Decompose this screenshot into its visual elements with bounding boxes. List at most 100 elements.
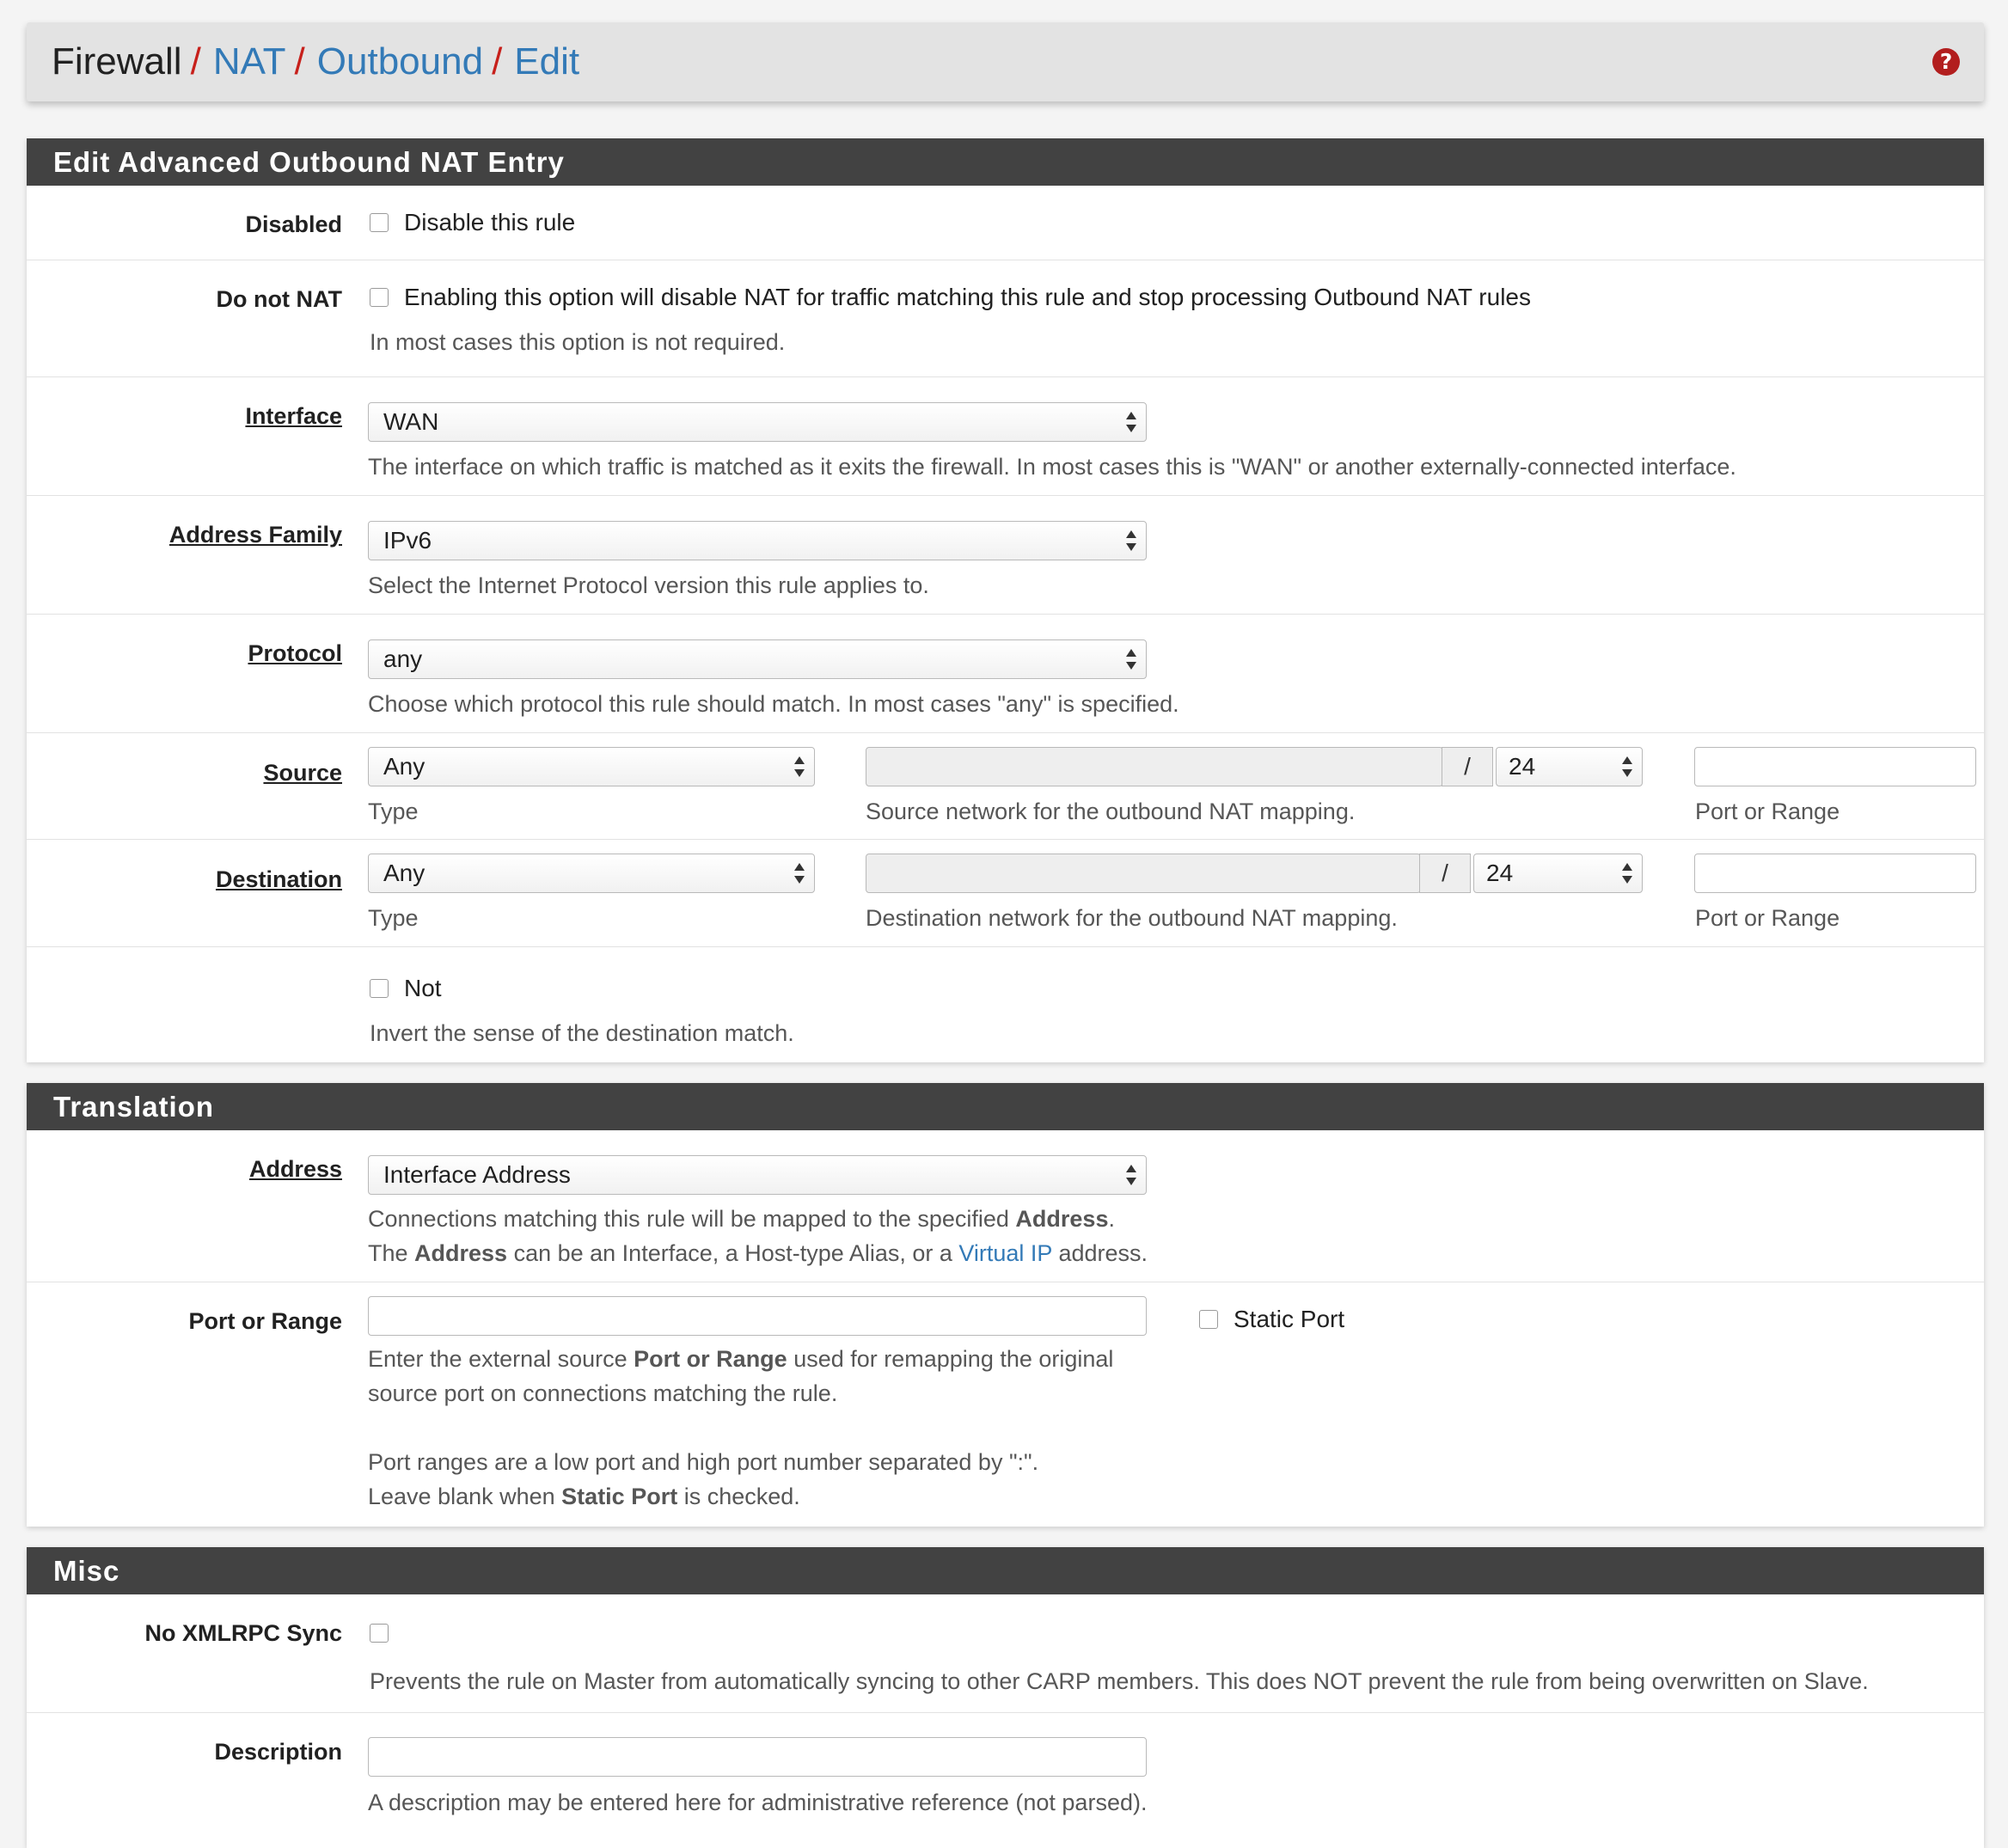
destination-network-input[interactable] [866, 854, 1421, 893]
row-not: Not Invert the sense of the destination … [27, 947, 1984, 1062]
address-family-help: Select the Internet Protocol version thi… [368, 572, 929, 598]
source-network-input[interactable] [866, 747, 1443, 786]
breadcrumb-firewall: Firewall [52, 40, 182, 83]
destination-network-help: Destination network for the outbound NAT… [866, 905, 1398, 931]
static-port-checkbox-label: Static Port [1234, 1306, 1345, 1332]
do-not-nat-checkbox[interactable] [370, 288, 389, 307]
row-translation-port: Port or Range Static Port Enter the exte… [27, 1282, 1984, 1527]
translation-address-help-line1: Connections matching this rule will be m… [368, 1202, 1115, 1236]
panel-title: Translation [27, 1083, 1984, 1130]
disabled-label: Disabled [245, 211, 342, 237]
help-bold: Port or Range [634, 1346, 787, 1372]
select-arrows-icon [1125, 529, 1137, 553]
help-text: used for remapping the original [787, 1346, 1114, 1372]
destination-port-input[interactable] [1694, 854, 1976, 893]
destination-mask-select[interactable]: 24 [1473, 854, 1643, 893]
interface-help: The interface on which traffic is matche… [368, 454, 1736, 480]
breadcrumb-bar: Firewall / NAT / Outbound / Edit ? [27, 22, 1984, 101]
virtual-ip-link[interactable]: Virtual IP [958, 1240, 1052, 1266]
translation-port-help-line2: source port on connections matching the … [368, 1380, 838, 1406]
translation-address-label[interactable]: Address [249, 1156, 342, 1183]
select-arrows-icon [1621, 861, 1633, 885]
destination-port-help: Port or Range [1695, 905, 1840, 931]
address-family-label[interactable]: Address Family [169, 522, 342, 548]
source-type-help: Type [368, 799, 419, 824]
select-arrows-icon [1125, 410, 1137, 434]
translation-address-select[interactable]: Interface Address [368, 1155, 1147, 1195]
source-mask-slash: / [1442, 747, 1493, 786]
translation-port-help-line1: Enter the external source Port or Range … [368, 1342, 1113, 1376]
row-translation-address: Address Interface Address Connections ma… [27, 1130, 1984, 1282]
translation-port-input[interactable] [368, 1296, 1147, 1336]
source-port-input[interactable] [1694, 747, 1976, 786]
translation-address-value: Interface Address [383, 1161, 571, 1188]
address-family-select-value: IPv6 [383, 527, 432, 554]
help-text: . [1108, 1206, 1115, 1232]
protocol-select[interactable]: any [368, 639, 1147, 679]
breadcrumb-nat-link[interactable]: NAT [213, 40, 286, 83]
do-not-nat-help: In most cases this option is not require… [370, 329, 786, 355]
do-not-nat-label: Do not NAT [216, 286, 342, 312]
breadcrumb-separator: / [492, 40, 503, 83]
translation-port-help-line4: Leave blank when Static Port is checked. [368, 1479, 800, 1514]
address-family-select[interactable]: IPv6 [368, 521, 1147, 560]
destination-mask-value: 24 [1486, 860, 1514, 886]
source-label[interactable]: Source [263, 760, 342, 786]
help-bold: Address [1015, 1206, 1109, 1232]
help-text: Enter the external source [368, 1346, 634, 1372]
panel-title: Edit Advanced Outbound NAT Entry [27, 138, 1984, 186]
select-arrows-icon [1125, 647, 1137, 671]
row-disabled: Disabled Disable this rule [27, 186, 1984, 260]
page: Firewall / NAT / Outbound / Edit ? Edit Advanc… [0, 0, 2008, 1848]
misc-panel: Misc No XMLRPC Sync Prevents the rule on… [27, 1547, 1984, 1848]
breadcrumb-separator: / [190, 40, 201, 83]
source-network-help: Source network for the outbound NAT mapp… [866, 799, 1356, 824]
breadcrumb-separator: / [294, 40, 305, 83]
destination-type-select[interactable]: Any [368, 854, 815, 893]
protocol-select-value: any [383, 646, 423, 672]
breadcrumb-edit-link[interactable]: Edit [514, 40, 579, 83]
destination-mask-slash: / [1419, 854, 1471, 893]
row-do-not-nat: Do not NAT Enabling this option will dis… [27, 260, 1984, 377]
help-text: can be an Interface, a Host-type Alias, … [507, 1240, 959, 1266]
help-bold: Static Port [561, 1484, 678, 1509]
row-source: Source Any Type / 24 Source network for … [27, 733, 1984, 840]
description-input[interactable] [368, 1737, 1147, 1777]
help-text: is checked. [677, 1484, 800, 1509]
row-protocol: Protocol any Choose which protocol this … [27, 615, 1984, 733]
disable-rule-checkbox-label: Disable this rule [404, 209, 576, 236]
select-arrows-icon [1125, 1163, 1137, 1187]
description-label: Description [214, 1739, 342, 1765]
source-port-help: Port or Range [1695, 799, 1840, 824]
interface-select[interactable]: WAN [368, 402, 1147, 442]
help-text: Connections matching this rule will be m… [368, 1206, 1016, 1232]
row-interface: Interface WAN The interface on which tra… [27, 377, 1984, 496]
not-checkbox[interactable] [370, 979, 389, 998]
disable-rule-checkbox[interactable] [370, 213, 389, 232]
help-text: Leave blank when [368, 1484, 562, 1509]
source-mask-select[interactable]: 24 [1496, 747, 1643, 786]
no-xmlrpc-sync-checkbox[interactable] [370, 1624, 389, 1643]
destination-type-help: Type [368, 905, 419, 931]
translation-address-help-line2: The Address can be an Interface, a Host-… [368, 1236, 1148, 1270]
destination-type-value: Any [383, 860, 425, 886]
protocol-help: Choose which protocol this rule should m… [368, 691, 1179, 717]
destination-label[interactable]: Destination [216, 866, 342, 893]
no-xmlrpc-sync-help: Prevents the rule on Master from automat… [370, 1668, 1869, 1694]
help-text: The [368, 1240, 415, 1266]
protocol-label[interactable]: Protocol [248, 640, 342, 667]
static-port-checkbox[interactable] [1199, 1310, 1218, 1329]
question-circle-icon[interactable]: ? [1932, 48, 1960, 76]
description-help: A description may be entered here for ad… [368, 1790, 1148, 1815]
do-not-nat-checkbox-label: Enabling this option will disable NAT fo… [404, 284, 1531, 310]
translation-port-help-line3: Port ranges are a low port and high port… [368, 1449, 1039, 1475]
translation-panel: Translation Address Interface Address Co… [27, 1083, 1984, 1527]
row-no-xmlrpc-sync: No XMLRPC Sync Prevents the rule on Mast… [27, 1594, 1984, 1713]
interface-label[interactable]: Interface [245, 403, 342, 430]
select-arrows-icon [1621, 755, 1633, 779]
breadcrumb: Firewall / NAT / Outbound / Edit [52, 40, 579, 83]
source-type-select[interactable]: Any [368, 747, 815, 786]
row-address-family: Address Family IPv6 Select the Internet … [27, 496, 1984, 615]
breadcrumb-outbound-link[interactable]: Outbound [317, 40, 483, 83]
source-type-value: Any [383, 753, 425, 780]
